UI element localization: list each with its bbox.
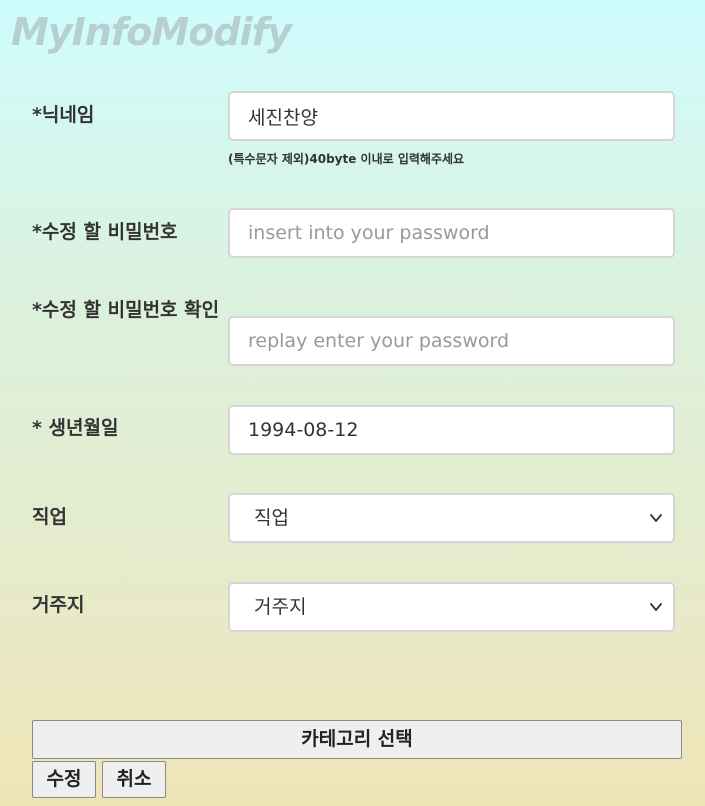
nickname-hint: (특수문자 제외)40byte 이내로 입력해주세요 [228,152,465,166]
chevron-down-icon [650,603,662,611]
new-password-label: *수정 할 비밀번호 [32,221,178,243]
modify-button[interactable]: 수정 [32,761,96,798]
confirm-password-input[interactable] [228,316,675,366]
chevron-down-icon [650,514,662,522]
nickname-input[interactable] [228,91,675,141]
new-password-input[interactable] [228,208,675,258]
birthdate-label: * 생년월일 [32,417,119,439]
job-select[interactable]: 직업 [228,493,675,543]
residence-select-value: 거주지 [254,596,307,618]
residence-label: 거주지 [32,594,85,616]
job-select-value: 직업 [254,507,289,529]
job-label: 직업 [32,506,67,528]
page-title: MyInfoModify [11,10,292,54]
birthdate-input[interactable] [228,405,675,455]
nickname-label: *닉네임 [32,104,95,126]
confirm-password-label: *수정 할 비밀번호 확인 [32,299,220,321]
cancel-button[interactable]: 취소 [102,761,166,798]
residence-select[interactable]: 거주지 [228,582,675,632]
category-select-button[interactable]: 카테고리 선택 [32,720,682,759]
